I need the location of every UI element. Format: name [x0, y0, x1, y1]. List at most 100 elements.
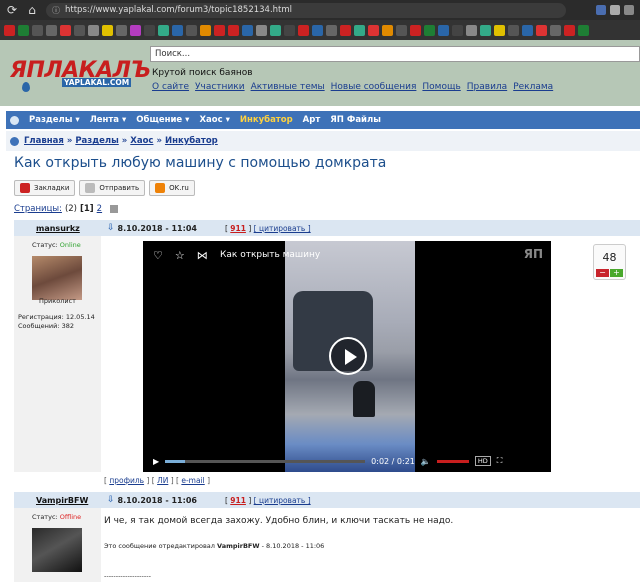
bookmark-icon[interactable]	[242, 24, 253, 36]
send-button[interactable]: Отправить	[79, 180, 146, 196]
bookmark-icon[interactable]	[354, 24, 365, 36]
rep-number[interactable]: 911	[230, 496, 246, 505]
bookmark-icon[interactable]	[410, 24, 421, 36]
bookmark-icon[interactable]	[228, 24, 239, 36]
video-progress-bar[interactable]	[165, 459, 366, 463]
bookmark-icon[interactable]	[466, 24, 477, 36]
nav-chat[interactable]: Общение ▾	[136, 115, 189, 125]
home-icon[interactable]	[10, 115, 19, 125]
nav-incubator[interactable]: Инкубатор	[240, 115, 293, 125]
menu-icon[interactable]	[624, 5, 634, 15]
bookmark-icon[interactable]	[536, 24, 547, 36]
hd-icon[interactable]: HD	[474, 456, 491, 466]
nav-chaos[interactable]: Хаос ▾	[199, 115, 229, 125]
post-author[interactable]: VampirBFW	[14, 496, 101, 505]
star-icon[interactable]	[610, 5, 620, 15]
bookmark-icon[interactable]	[46, 24, 57, 36]
bookmarks-button[interactable]: Закладки	[14, 180, 76, 196]
rating-plus-button[interactable]: +	[610, 269, 623, 277]
rating-minus-button[interactable]: −	[596, 269, 609, 277]
pages-menu-icon[interactable]	[110, 205, 119, 213]
volume-icon[interactable]: 🔈	[421, 457, 431, 466]
nav-feed[interactable]: Лента ▾	[90, 115, 127, 125]
bookmark-icon[interactable]	[438, 24, 449, 36]
play-button[interactable]	[329, 337, 367, 375]
bookmark-icon[interactable]	[102, 24, 113, 36]
bookmark-icon[interactable]	[452, 24, 463, 36]
link-new-posts[interactable]: Новые сообщения	[331, 82, 417, 92]
bookmark-icon[interactable]	[32, 24, 43, 36]
video-player[interactable]: ♡ ☆ ⋈ Как открыть машину ЯП ▶ 0:02 / 0:2…	[143, 241, 551, 472]
page-link-2[interactable]: 2	[97, 204, 102, 214]
post-author[interactable]: mansurkz	[14, 224, 101, 233]
rep-number[interactable]: 911	[230, 224, 246, 233]
bookmark-icon[interactable]	[494, 24, 505, 36]
nav-sections[interactable]: Разделы ▾	[29, 115, 80, 125]
bookmark-icon[interactable]	[270, 24, 281, 36]
nav-files[interactable]: ЯП Файлы	[330, 115, 381, 125]
bookmark-icon[interactable]	[18, 24, 29, 36]
bookmark-icon[interactable]	[172, 24, 183, 36]
bookmark-icon[interactable]	[480, 24, 491, 36]
quote-link[interactable]: [ цитировать ]	[254, 224, 311, 233]
bookmark-icon[interactable]	[312, 24, 323, 36]
bookmark-icon[interactable]	[214, 24, 225, 36]
avatar[interactable]	[32, 528, 82, 572]
bookmark-icon[interactable]	[200, 24, 211, 36]
share-icon[interactable]: ⋈	[197, 249, 208, 262]
star-icon[interactable]: ☆	[175, 249, 185, 262]
bookmark-icon[interactable]	[74, 24, 85, 36]
play-icon[interactable]: ▶	[153, 457, 159, 466]
bookmark-icon[interactable]	[368, 24, 379, 36]
bookmark-icon[interactable]	[340, 24, 351, 36]
bookmark-icon[interactable]	[298, 24, 309, 36]
bookmark-icon[interactable]	[256, 24, 267, 36]
bookmark-icon[interactable]	[578, 24, 589, 36]
nav-art[interactable]: Арт	[303, 115, 321, 125]
link-ads[interactable]: Реклама	[513, 82, 553, 92]
bookmark-icon[interactable]	[158, 24, 169, 36]
heart-icon[interactable]: ♡	[153, 249, 163, 262]
bookmark-icon[interactable]	[60, 24, 71, 36]
bookmark-icon[interactable]	[130, 24, 141, 36]
search-input[interactable]: Поиск...	[150, 46, 640, 62]
address-bar[interactable]: ⓘ https://www.yaplakal.com/forum3/topic1…	[46, 2, 566, 18]
bookmark-icon[interactable]	[424, 24, 435, 36]
avatar[interactable]	[32, 256, 82, 300]
bookmark-icon[interactable]	[4, 24, 15, 36]
breadcrumb-chaos[interactable]: Хаос	[130, 136, 153, 146]
bookmark-icon[interactable]	[326, 24, 337, 36]
email-link[interactable]: e-mail	[181, 476, 204, 485]
bookmark-icon[interactable]	[186, 24, 197, 36]
okru-button[interactable]: OK.ru	[149, 180, 195, 196]
bookmark-icon[interactable]	[88, 24, 99, 36]
pm-link[interactable]: ЛИ	[157, 476, 168, 485]
bookmark-icon[interactable]	[116, 24, 127, 36]
volume-slider[interactable]	[436, 459, 469, 463]
bookmark-icon[interactable]	[522, 24, 533, 36]
link-active-topics[interactable]: Активные темы	[251, 82, 325, 92]
breadcrumb-incubator[interactable]: Инкубатор	[165, 136, 218, 146]
bookmark-icon[interactable]	[396, 24, 407, 36]
pin-icon[interactable]: ⇩	[107, 495, 115, 505]
link-about[interactable]: О сайте	[152, 82, 189, 92]
link-rules[interactable]: Правила	[467, 82, 507, 92]
home-icon[interactable]: ⌂	[24, 2, 40, 18]
bookmark-icon[interactable]	[550, 24, 561, 36]
bookmark-icon[interactable]	[508, 24, 519, 36]
reload-icon[interactable]: ⟳	[4, 2, 20, 18]
bookmark-icon[interactable]	[382, 24, 393, 36]
pin-icon[interactable]: ⇩	[107, 223, 115, 233]
bookmark-icon[interactable]	[564, 24, 575, 36]
bookmark-icon[interactable]	[284, 24, 295, 36]
extension-icon[interactable]	[596, 5, 606, 15]
quote-link[interactable]: [ цитировать ]	[254, 496, 311, 505]
link-help[interactable]: Помощь	[422, 82, 460, 92]
breadcrumb-home[interactable]: Главная	[24, 136, 64, 146]
fullscreen-icon[interactable]: ⛶	[497, 456, 503, 466]
link-members[interactable]: Участники	[195, 82, 245, 92]
pages-label[interactable]: Страницы:	[14, 204, 62, 214]
profile-link[interactable]: профиль	[109, 476, 144, 485]
breadcrumb-sections[interactable]: Разделы	[75, 136, 118, 146]
bookmark-icon[interactable]	[144, 24, 155, 36]
